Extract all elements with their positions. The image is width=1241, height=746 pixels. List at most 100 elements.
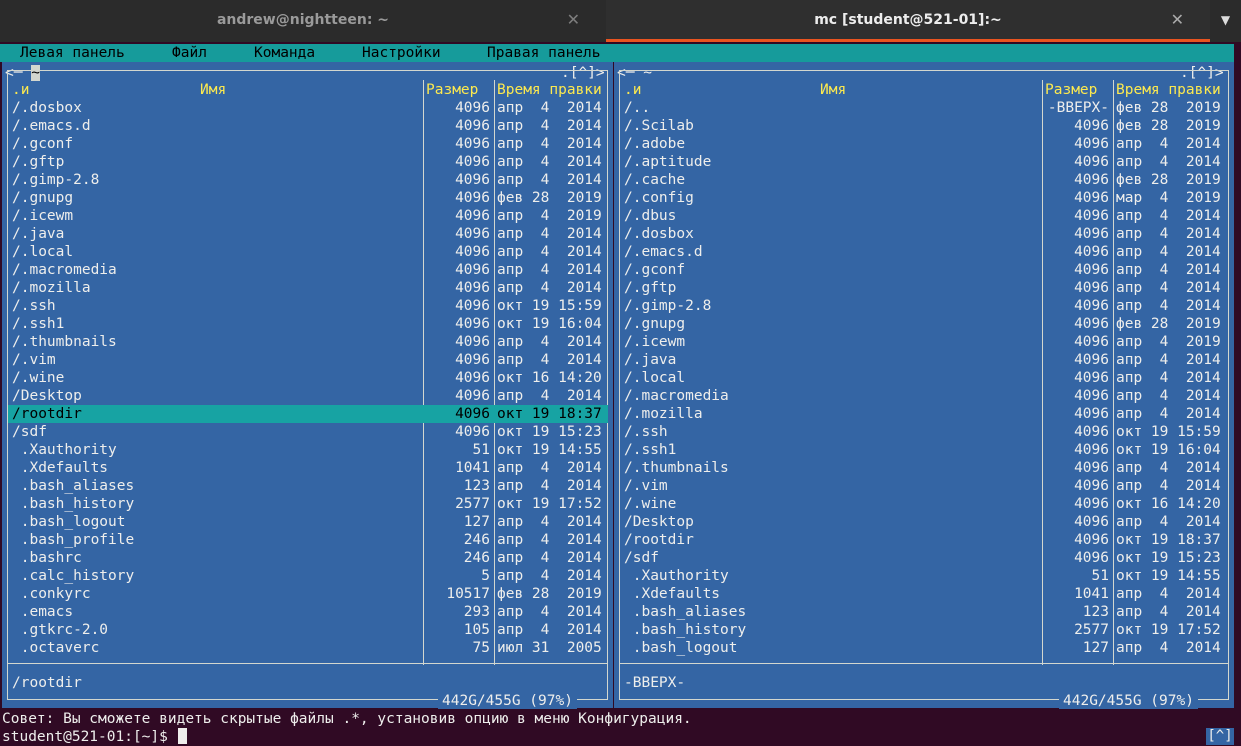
close-icon[interactable]: ✕ [567,10,580,29]
file-row[interactable]: .calc_history 5 апр 4 2014 [2,567,613,585]
menu-command[interactable]: Команда [254,44,315,62]
file-row[interactable]: .bash_aliases 123 апр 4 2014 [614,603,1234,621]
shell-prompt[interactable]: student@521-01:[~]$ [2,728,187,746]
file-row[interactable]: .Xauthority 51 окт 19 14:55 [614,567,1234,585]
file-row[interactable]: /sdf 4096 окт 19 15:23 [2,423,613,441]
file-row[interactable]: /Desktop 4096 апр 4 2014 [614,513,1234,531]
close-icon[interactable]: ✕ [1171,10,1184,29]
menu-right-panel[interactable]: Правая панель [487,44,601,62]
file-row[interactable]: /rootdir 4096 окт 19 18:37 [8,405,608,423]
file-row[interactable]: /.cache 4096 фев 28 2019 [614,171,1234,189]
file-row[interactable]: /.java 4096 апр 4 2014 [2,225,613,243]
file-row[interactable]: .Xauthority 51 окт 19 14:55 [2,441,613,459]
file-row[interactable]: /.thumbnails 4096 апр 4 2014 [614,459,1234,477]
file-row[interactable]: /.local 4096 апр 4 2014 [614,369,1234,387]
file-row[interactable]: /.gftp 4096 апр 4 2014 [2,153,613,171]
file-row[interactable]: .conkyrc 10517 фев 28 2019 [2,585,613,603]
file-row[interactable]: /.dosbox 4096 апр 4 2014 [614,225,1234,243]
file-row[interactable]: .Xdefaults 1041 апр 4 2014 [2,459,613,477]
file-row[interactable]: /.emacs.d 4096 апр 4 2014 [2,117,613,135]
file-size: 4096 [1074,442,1109,458]
file-row[interactable]: /.macromedia 4096 апр 4 2014 [2,261,613,279]
file-mtime: апр 4 2014 [497,568,602,584]
file-row[interactable]: /.ssh1 4096 окт 19 16:04 [614,441,1234,459]
menu-options[interactable]: Настройки [362,44,441,62]
file-row[interactable]: .gtkrc-2.0 105 апр 4 2014 [2,621,613,639]
file-row[interactable]: /sdf 4096 окт 19 15:23 [614,549,1234,567]
chevron-down-icon[interactable]: ▼ [1210,0,1241,42]
file-name: .bash_history [12,496,135,512]
file-row[interactable]: /.adobe 4096 апр 4 2014 [614,135,1234,153]
column-header-size[interactable]: Размер [426,81,478,99]
file-row[interactable]: /.. -ВВЕРХ-фев 28 2019 [614,99,1234,117]
column-header-name[interactable]: Имя [200,81,226,99]
file-row[interactable]: .bash_logout 127 апр 4 2014 [614,639,1234,657]
file-size: 2577 [1074,622,1109,638]
file-row[interactable]: /.gftp 4096 апр 4 2014 [614,279,1234,297]
sort-indicator[interactable]: .и [12,81,29,99]
tab-mc-student[interactable]: mc [student@521-01]:~ ✕ [606,0,1210,42]
file-name: /.vim [624,478,668,494]
right-panel[interactable]: <─ ~ .[^]> .и Имя Размер Время правки /.… [614,62,1234,709]
tab-andrew-nightteen[interactable]: andrew@nightteen: ~ ✕ [0,0,606,42]
file-row[interactable]: /.mozilla 4096 апр 4 2014 [2,279,613,297]
file-row[interactable]: /.gimp-2.8 4096 апр 4 2014 [2,171,613,189]
file-size: 4096 [1074,550,1109,566]
file-row[interactable]: /.thumbnails 4096 апр 4 2014 [2,333,613,351]
file-row[interactable]: /rootdir 4096 окт 19 18:37 [614,531,1234,549]
file-name: .Xdefaults [12,460,109,476]
file-row[interactable]: .bash_logout 127 апр 4 2014 [2,513,613,531]
scroll-up-button[interactable]: [^] [1206,728,1234,745]
file-row[interactable]: /.gnupg 4096 фев 28 2019 [2,189,613,207]
file-row[interactable]: /.gnupg 4096 фев 28 2019 [614,315,1234,333]
left-panel[interactable]: <─ ~ .[^]> .и Имя Размер Время правки /.… [2,62,613,709]
file-row[interactable]: .bash_aliases 123 апр 4 2014 [2,477,613,495]
file-row[interactable]: /.emacs.d 4096 апр 4 2014 [614,243,1234,261]
file-row[interactable]: .bash_history 2577 окт 19 17:52 [614,621,1234,639]
file-row[interactable]: /.dosbox 4096 апр 4 2014 [2,99,613,117]
file-row[interactable]: /.gconf 4096 апр 4 2014 [2,135,613,153]
column-header-mtime[interactable]: Время правки [1116,81,1221,99]
file-row[interactable]: .emacs 293 апр 4 2014 [2,603,613,621]
file-row[interactable]: /.wine 4096 окт 16 14:20 [614,495,1234,513]
file-row[interactable]: /.ssh 4096 окт 19 15:59 [614,423,1234,441]
file-row[interactable]: /.vim 4096 апр 4 2014 [614,477,1234,495]
file-row[interactable]: /.icewm 4096 апр 4 2019 [614,333,1234,351]
file-row[interactable]: /.vim 4096 апр 4 2014 [2,351,613,369]
column-header-size[interactable]: Размер [1045,81,1097,99]
file-row[interactable]: .Xdefaults 1041 апр 4 2014 [614,585,1234,603]
file-size: 4096 [455,406,490,422]
file-mtime: апр 4 2014 [497,604,602,620]
file-row[interactable]: /.mozilla 4096 апр 4 2014 [614,405,1234,423]
file-size: 4096 [455,334,490,350]
file-row[interactable]: /.aptitude 4096 апр 4 2014 [614,153,1234,171]
file-mtime: окт 19 17:52 [1116,622,1221,638]
file-row[interactable]: .bashrc 246 апр 4 2014 [2,549,613,567]
file-row[interactable]: .bash_history 2577 окт 19 17:52 [2,495,613,513]
file-row[interactable]: /.icewm 4096 апр 4 2019 [2,207,613,225]
column-header-name[interactable]: Имя [820,81,846,99]
file-row[interactable]: /.java 4096 апр 4 2014 [614,351,1234,369]
column-header-mtime[interactable]: Время правки [497,81,602,99]
file-row[interactable]: /.local 4096 апр 4 2014 [2,243,613,261]
file-row[interactable]: .octaverc 75 июл 31 2005 [2,639,613,657]
file-row[interactable]: /.ssh 4096 окт 19 15:59 [2,297,613,315]
file-row[interactable]: /Desktop 4096 апр 4 2014 [2,387,613,405]
file-size: 51 [472,442,490,458]
file-row[interactable]: /.gimp-2.8 4096 апр 4 2014 [614,297,1234,315]
file-row[interactable]: .bash_profile 246 апр 4 2014 [2,531,613,549]
file-row[interactable]: /.Scilab 4096 фев 28 2019 [614,117,1234,135]
sort-indicator[interactable]: .и [624,81,641,99]
file-size: 127 [463,514,490,530]
file-name: /.thumbnails [12,334,117,350]
file-row[interactable]: /.dbus 4096 апр 4 2014 [614,207,1234,225]
file-row[interactable]: /.macromedia 4096 апр 4 2014 [614,387,1234,405]
file-row[interactable]: /.config 4096 мар 4 2019 [614,189,1234,207]
file-mtime: апр 4 2014 [497,388,602,404]
file-mtime: окт 19 16:04 [1116,442,1221,458]
file-row[interactable]: /.wine 4096 окт 16 14:20 [2,369,613,387]
file-row[interactable]: /.ssh1 4096 окт 19 16:04 [2,315,613,333]
menu-file[interactable]: Файл [172,44,207,62]
file-row[interactable]: /.gconf 4096 апр 4 2014 [614,261,1234,279]
menu-left-panel[interactable]: Левая панель [20,44,125,62]
